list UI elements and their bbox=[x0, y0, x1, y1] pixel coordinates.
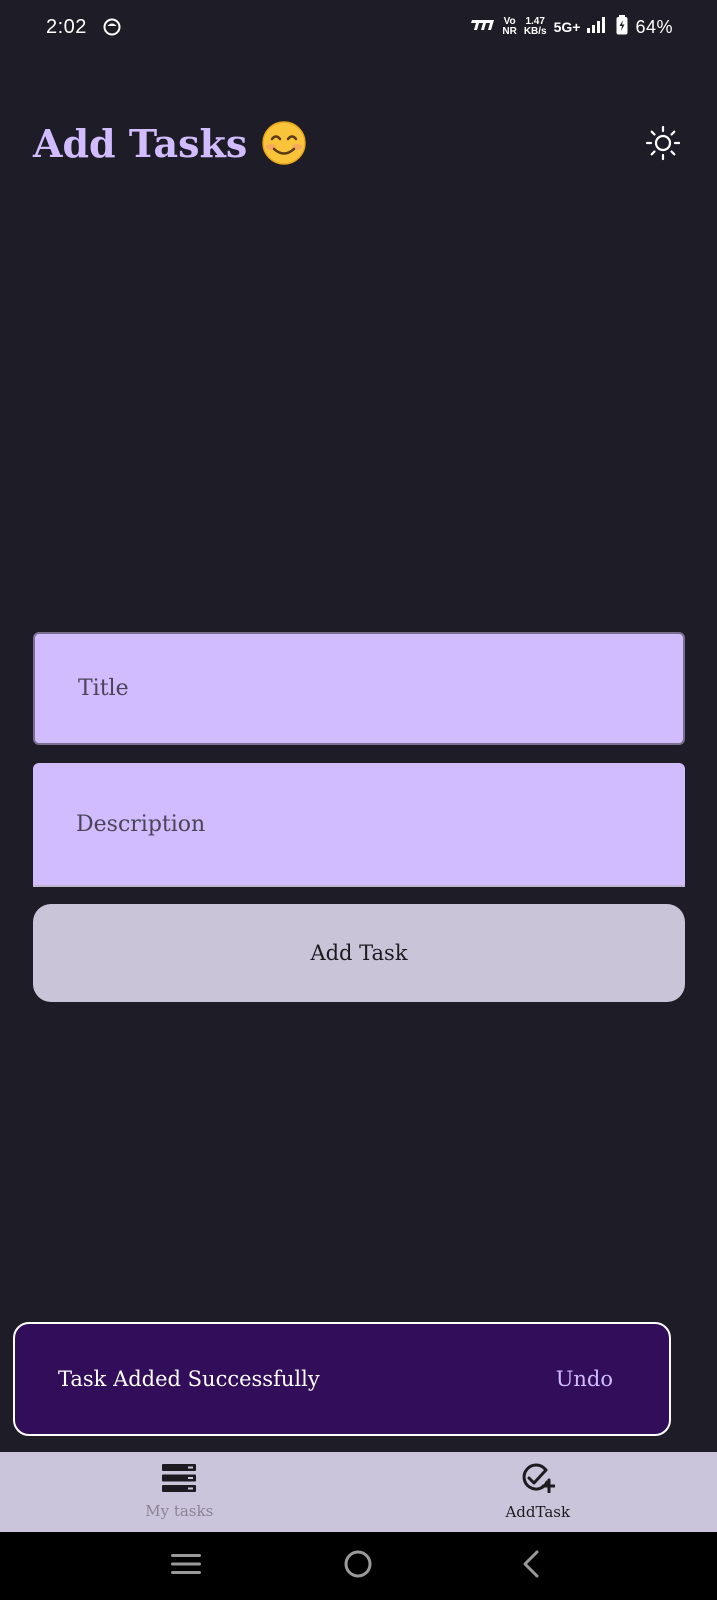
description-placeholder: Description bbox=[76, 811, 206, 837]
back-icon bbox=[520, 1549, 542, 1583]
theme-toggle-button[interactable] bbox=[645, 125, 681, 165]
page-title-text: Add Tasks bbox=[33, 120, 248, 166]
page-title: Add Tasks bbox=[33, 120, 307, 166]
nav-label-my-tasks: My tasks bbox=[145, 1502, 214, 1520]
description-input[interactable]: Description bbox=[33, 763, 685, 887]
snackbar: Task Added Successfully Undo bbox=[13, 1322, 671, 1436]
recents-button[interactable] bbox=[166, 1546, 206, 1586]
network-type: 5G+ bbox=[553, 19, 581, 35]
smiling-face-icon bbox=[261, 120, 307, 166]
volte-bottom: NR bbox=[502, 26, 517, 37]
back-button[interactable] bbox=[511, 1546, 551, 1586]
system-navigation-bar bbox=[0, 1532, 717, 1600]
title-input[interactable]: Title bbox=[33, 632, 685, 745]
title-placeholder: Title bbox=[78, 676, 129, 701]
nav-label-add-task: AddTask bbox=[505, 1503, 571, 1521]
list-icon bbox=[162, 1464, 197, 1496]
undo-button[interactable]: Undo bbox=[556, 1367, 613, 1391]
status-time: 2:02 bbox=[46, 15, 87, 38]
carrier-icon bbox=[469, 18, 495, 37]
signal-icon bbox=[587, 16, 609, 39]
add-task-button[interactable]: Add Task bbox=[33, 904, 685, 1002]
battery-icon bbox=[616, 14, 628, 40]
battery-percent: 64% bbox=[635, 16, 673, 37]
status-bar: 2:02 Vo NR 1.47 KB/s 5G+ 64% bbox=[0, 0, 717, 54]
data-speed: 1.47 KB/s bbox=[524, 17, 547, 37]
home-icon bbox=[343, 1549, 373, 1583]
bottom-navigation: My tasks AddTask bbox=[0, 1452, 717, 1532]
volte-indicator: Vo NR bbox=[502, 17, 516, 37]
nav-item-my-tasks[interactable]: My tasks bbox=[0, 1452, 359, 1532]
notification-icon bbox=[103, 18, 121, 36]
snackbar-message: Task Added Successfully bbox=[58, 1367, 320, 1391]
check-circle-plus-icon bbox=[521, 1463, 557, 1497]
nav-item-add-task[interactable]: AddTask bbox=[359, 1452, 717, 1532]
status-left: 2:02 bbox=[46, 16, 121, 39]
sun-icon bbox=[645, 125, 681, 165]
menu-icon bbox=[170, 1552, 202, 1580]
data-speed-unit: KB/s bbox=[523, 26, 547, 37]
home-button[interactable] bbox=[338, 1546, 378, 1586]
status-right: Vo NR 1.47 KB/s 5G+ 64% bbox=[469, 14, 673, 40]
